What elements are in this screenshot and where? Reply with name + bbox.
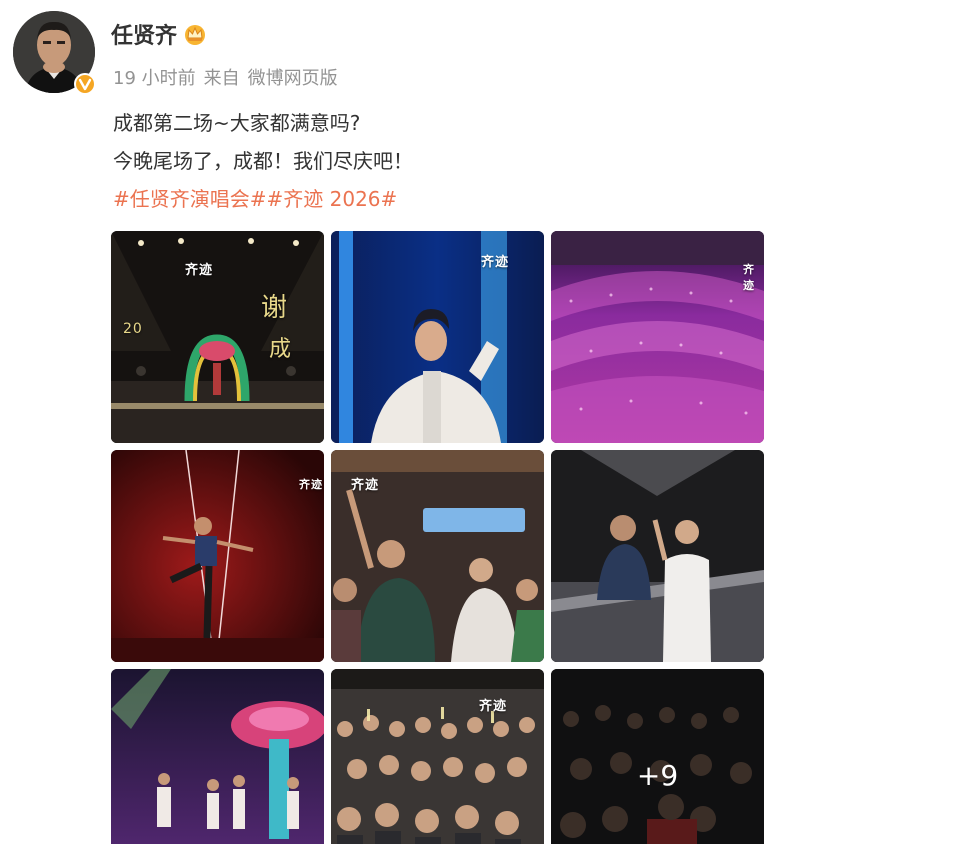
photo-stage-arch[interactable]: 齐迹 20 谢 成: [111, 231, 324, 443]
watermark-text: 齐迹: [299, 478, 323, 491]
hashtag-qiji-2026[interactable]: #齐迹 2026#: [267, 187, 398, 211]
post-meta: 19 小时前 来自 微博网页版: [113, 64, 338, 90]
crown-badge-icon[interactable]: [183, 23, 207, 45]
post-line-2: 今晚尾场了，成都！我们尽庆吧！: [113, 149, 413, 173]
photo-fans-banner[interactable]: 齐迹: [331, 450, 544, 662]
hashtag-concert[interactable]: #任贤齐演唱会#: [113, 187, 267, 211]
photo-dark-crowd[interactable]: +9: [551, 669, 764, 844]
more-images-overlay[interactable]: +9: [551, 669, 764, 844]
image-grid: 齐迹 20 谢 成 齐迹 齐迹 齐迹 齐迹 齐迹 +9: [111, 231, 764, 844]
hashtag-row: #任贤齐演唱会##齐迹 2026#: [113, 180, 413, 218]
weibo-post-card: 任贤齐 19 小时前 来自 微博网页版 成都第二场~大家都满意吗? 今晚尾场了，…: [0, 0, 960, 844]
post-line-1: 成都第二场~大家都满意吗?: [113, 111, 361, 135]
photo-dancers-mushroom[interactable]: [111, 669, 324, 844]
stage-text-thanks: 谢: [261, 293, 289, 323]
author-name-row: 任贤齐: [111, 18, 207, 50]
watermark-text: 齐迹: [479, 699, 508, 714]
photo-arena-crowd[interactable]: 齐迹: [551, 231, 764, 443]
post-time[interactable]: 19 小时前: [113, 64, 196, 90]
post-text: 成都第二场~大家都满意吗? 今晚尾场了，成都！我们尽庆吧！ #任贤齐演唱会##齐…: [113, 104, 413, 218]
watermark-text: 齐迹: [185, 263, 214, 278]
watermark-text: 齐迹: [351, 478, 380, 493]
photo-crowd-audience[interactable]: 齐迹: [331, 669, 544, 844]
author-name[interactable]: 任贤齐: [111, 18, 177, 50]
stage-text-cheng: 成: [269, 337, 293, 362]
source-prefix: 来自: [203, 68, 240, 89]
watermark-text: 齐迹: [743, 263, 755, 292]
photo-fans-barrier[interactable]: [551, 450, 764, 662]
stage-text-year: 20: [123, 321, 143, 337]
watermark-text: 齐迹: [481, 255, 510, 270]
photo-red-stage[interactable]: 齐迹: [111, 450, 324, 662]
post-source: 微博网页版: [247, 68, 338, 89]
photo-singer-white-jacket[interactable]: 齐迹: [331, 231, 544, 443]
verified-v-icon: [74, 73, 96, 95]
